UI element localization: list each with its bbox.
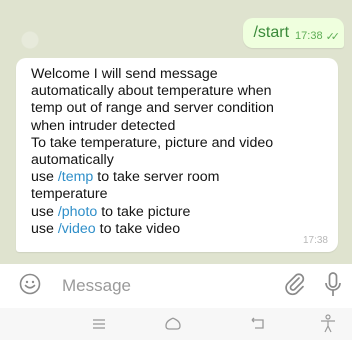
message-text-segment: to take server room	[93, 169, 220, 186]
message-line: To take temperature, picture and video	[31, 135, 326, 152]
bot-command-link[interactable]: /photo	[58, 204, 97, 220]
read-checkmarks-icon: ✓✓	[325, 30, 341, 43]
message-text-segment: to take video	[95, 220, 181, 237]
message-text-segment: temp out of range and server condition	[31, 100, 274, 117]
message-line: automatically	[31, 152, 326, 169]
message-text-segment: automatically about temperature when	[31, 83, 272, 100]
message-line: Welcome I will send message	[31, 66, 326, 83]
smiley-icon[interactable]	[19, 273, 41, 295]
message-input[interactable]: Message	[62, 276, 131, 296]
incoming-message-bubble[interactable]: Welcome I will send message automatically…	[16, 58, 338, 252]
message-text-segment: To take temperature, picture and video	[31, 134, 274, 151]
message-line: temperature	[31, 186, 326, 203]
message-text-segment: use	[31, 169, 58, 186]
message-line: when intruder detected	[31, 118, 326, 135]
home-icon[interactable]	[163, 316, 183, 337]
bot-command-link[interactable]: /video	[58, 221, 96, 237]
back-icon[interactable]	[249, 316, 267, 337]
incoming-message-time: 17:38	[302, 235, 328, 246]
message-text-segment: Welcome I will send message	[31, 66, 218, 82]
message-text-segment: when intruder detected	[31, 117, 176, 134]
message-text-segment: automatically	[31, 152, 114, 169]
outgoing-message-meta: 17:38 ✓✓	[295, 24, 341, 43]
message-line: use /video to take video	[31, 221, 326, 238]
outgoing-message-bubble[interactable]: /start 17:38 ✓✓	[243, 18, 344, 48]
message-text-segment: temperature	[31, 186, 108, 203]
outgoing-message-time: 17:38	[295, 30, 323, 42]
message-line: use /temp to take server room	[31, 169, 326, 186]
chat-area: /start 17:38 ✓✓ Welcome I will send mess…	[0, 0, 352, 264]
message-line: use /photo to take picture	[31, 204, 326, 221]
microphone-icon[interactable]	[324, 271, 342, 299]
message-text-segment: use	[31, 203, 58, 220]
bot-command-link[interactable]: /temp	[58, 169, 93, 185]
accessibility-icon[interactable]	[320, 314, 336, 339]
message-line: temp out of range and server condition	[31, 100, 326, 117]
incoming-message-text: Welcome I will send message automatically…	[31, 66, 326, 238]
message-text-segment: use	[31, 220, 58, 237]
menu-lines-icon[interactable]	[91, 316, 107, 337]
message-text-segment: to take picture	[97, 203, 191, 220]
message-input-bar: Message	[0, 264, 352, 308]
message-line: automatically about temperature when	[31, 83, 326, 100]
outgoing-message-text: /start	[253, 24, 290, 41]
paperclip-icon[interactable]	[282, 271, 308, 297]
system-navigation-bar	[0, 308, 352, 340]
